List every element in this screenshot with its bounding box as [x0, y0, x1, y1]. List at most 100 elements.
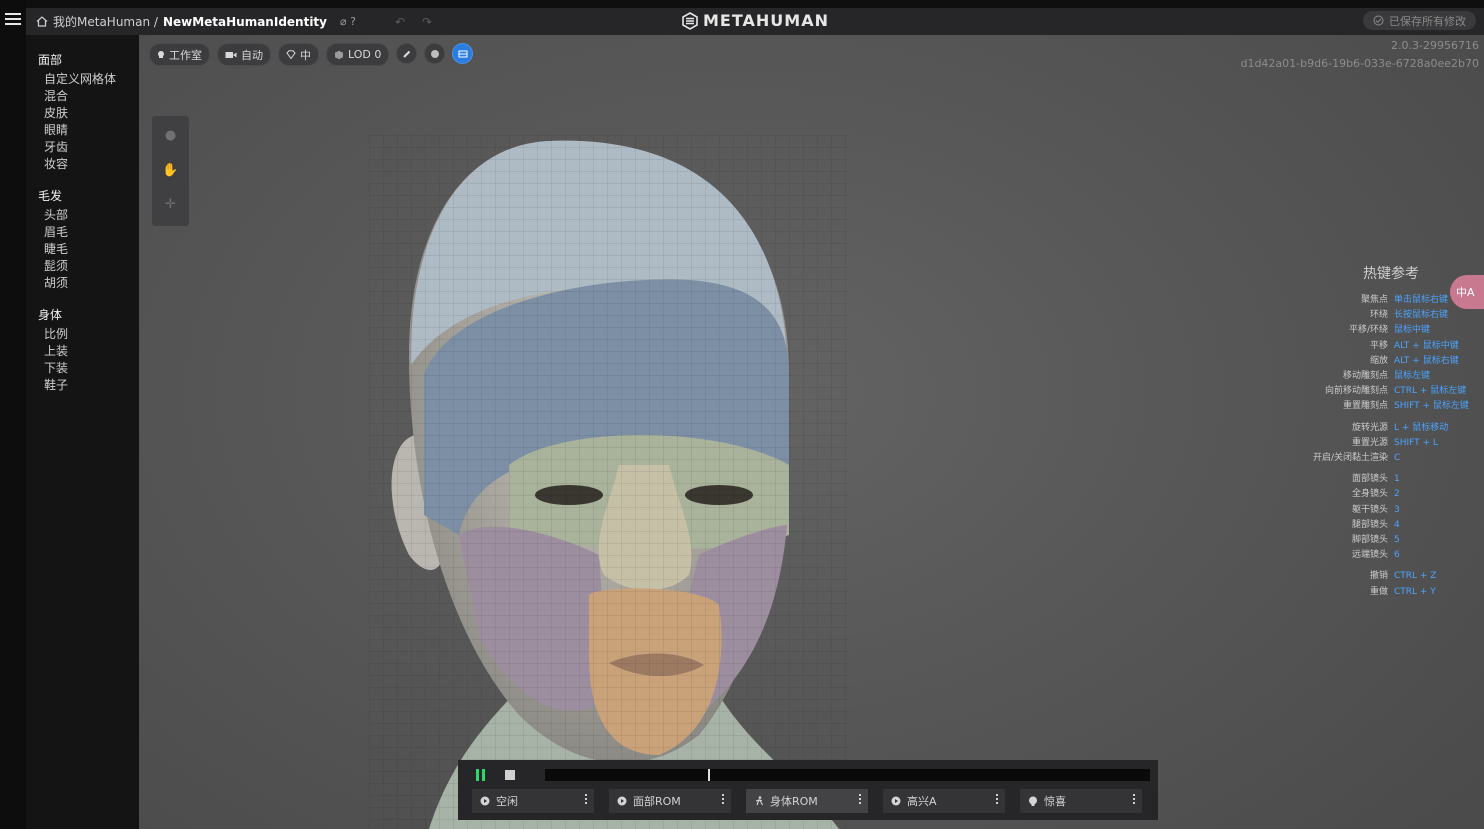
hotkey-action: 远端镜头 — [1351, 550, 1388, 561]
sidebar-item-custom-mesh[interactable]: 自定义网格体 — [44, 72, 139, 86]
logo-text: METAHUMAN — [703, 11, 829, 30]
paint-tool-button[interactable] — [396, 43, 418, 64]
hotkey-key: 鼠标左键 — [1394, 371, 1431, 382]
studio-button[interactable]: 工作室 — [149, 43, 210, 66]
hotkey-action: 撤销 — [1369, 571, 1388, 582]
redo-icon[interactable]: ↷ — [422, 15, 432, 29]
sidebar-item-mustache[interactable]: 髭须 — [44, 259, 139, 273]
sidebar-item-blend[interactable]: 混合 — [44, 89, 139, 103]
hotkey-action: 移动雕刻点 — [1342, 371, 1388, 382]
more-options-icon[interactable] — [859, 794, 862, 804]
more-options-icon[interactable] — [722, 794, 725, 804]
hotkey-row: 重置雕刻点 SHIFT + 鼠标左键 — [1294, 399, 1484, 414]
top-bar: 我的MetaHuman / NewMetaHumanIdentity ⌀ ? ↶… — [26, 8, 1484, 35]
breadcrumb-home-link[interactable]: 我的MetaHuman / — [53, 13, 158, 30]
animation-label: 高兴A — [907, 795, 937, 808]
sidebar-item-head-hair[interactable]: 头部 — [44, 208, 139, 222]
sphere-icon — [430, 49, 439, 58]
sidebar-item-eyebrows[interactable]: 眉毛 — [44, 225, 139, 239]
quality-button[interactable]: 中 — [278, 43, 319, 66]
translate-icon[interactable]: 中A — [1450, 275, 1484, 309]
face-icon — [1029, 796, 1037, 806]
3d-viewport[interactable]: 工作室 自动 中 LOD 0 2.0.3-29956716 d1d42a01-b… — [139, 35, 1484, 829]
lod-label: LOD 0 — [348, 48, 382, 61]
save-status-text: 已保存所有修改 — [1389, 14, 1466, 28]
sidebar-item-proportions[interactable]: 比例 — [44, 327, 139, 341]
hotkey-action: 重置雕刻点 — [1342, 401, 1388, 412]
hotkey-row: 面部镜头 1 — [1294, 472, 1484, 487]
sidebar-group-face[interactable]: 面部 — [38, 51, 139, 68]
more-options-icon[interactable] — [585, 794, 588, 804]
sidebar-item-beard[interactable]: 胡须 — [44, 276, 139, 290]
pause-icon[interactable] — [476, 769, 487, 781]
head-camera-icon[interactable]: ● — [162, 127, 179, 144]
hotkey-row: 重做 CTRL + Y — [1294, 585, 1484, 600]
hotkey-action: 平移/环绕 — [1348, 325, 1388, 336]
play-circle-icon — [617, 796, 627, 806]
hotkey-action: 向前移动雕刻点 — [1324, 386, 1388, 397]
animation-label: 惊喜 — [1044, 795, 1066, 808]
hotkey-key: 鼠标中键 — [1394, 325, 1431, 336]
metahuman-head-render — [369, 135, 849, 829]
sidebar-group-body[interactable]: 身体 — [38, 306, 139, 323]
hamburger-menu-icon[interactable] — [5, 13, 21, 29]
studio-label: 工作室 — [169, 48, 202, 62]
sidebar-item-top[interactable]: 上装 — [44, 344, 139, 358]
identity-name: NewMetaHumanIdentity — [162, 14, 327, 29]
stop-icon[interactable] — [505, 770, 515, 780]
sidebar-group-hair[interactable]: 毛发 — [38, 187, 139, 204]
hotkey-key: SHIFT + 鼠标左键 — [1394, 401, 1469, 412]
hotkey-action: 重置光源 — [1351, 437, 1388, 448]
hotkey-key: 2 — [1394, 489, 1400, 500]
more-options-icon[interactable] — [996, 794, 999, 804]
more-options-icon[interactable] — [1133, 794, 1136, 804]
sidebar-item-bottom[interactable]: 下装 — [44, 361, 139, 375]
hotkey-row: 脚部镜头 5 — [1294, 533, 1484, 548]
sidebar-item-teeth[interactable]: 牙齿 — [44, 140, 139, 154]
playhead[interactable] — [708, 769, 710, 781]
animation-body-rom[interactable]: 身体ROM — [746, 789, 868, 813]
lod-button[interactable]: LOD 0 — [326, 43, 390, 66]
hotkey-action: 腿部镜头 — [1351, 519, 1388, 530]
version-number: 2.0.3-29956716 — [1391, 39, 1479, 52]
hotkey-key: SHIFT + L — [1394, 437, 1438, 448]
sidebar-item-eyes[interactable]: 眼睛 — [44, 123, 139, 137]
camera-button[interactable]: 自动 — [217, 43, 271, 66]
animation-label: 空闲 — [496, 795, 518, 808]
sidebar-item-eyelashes[interactable]: 睫毛 — [44, 242, 139, 256]
hotkey-action: 躯干镜头 — [1351, 504, 1388, 515]
diamond-icon — [286, 50, 296, 59]
metahuman-logo: METAHUMAN — [681, 11, 829, 30]
hotkey-row: 撤销 CTRL + Z — [1294, 569, 1484, 584]
hotkey-key: ALT + 鼠标右键 — [1394, 355, 1459, 366]
material-button[interactable] — [424, 43, 446, 64]
hand-pan-icon[interactable]: ✋ — [162, 162, 179, 179]
edit-name-icon[interactable]: ⌀ ? — [340, 15, 356, 28]
save-status-badge: 已保存所有修改 — [1363, 11, 1476, 30]
sidebar-item-makeup[interactable]: 妆容 — [44, 157, 139, 171]
quality-label: 中 — [300, 48, 311, 62]
hotkey-row: 旋转光源 L + 鼠标移动 — [1294, 421, 1484, 436]
timeline-scrubber[interactable] — [545, 769, 1150, 781]
animation-list: 空闲 面部ROM 身体ROM 高兴A 惊喜 — [472, 789, 1157, 813]
animation-surprise[interactable]: 惊喜 — [1020, 789, 1142, 813]
animation-happy-a[interactable]: 高兴A — [883, 789, 1005, 813]
home-icon[interactable] — [36, 16, 48, 27]
undo-icon[interactable]: ↶ — [395, 15, 405, 29]
sidebar-item-shoes[interactable]: 鞋子 — [44, 378, 139, 392]
hotkey-action: 面部镜头 — [1351, 474, 1388, 485]
hotkey-action: 开启/关闭黏土渲染 — [1312, 453, 1388, 464]
animation-face-rom[interactable]: 面部ROM — [609, 789, 731, 813]
hotkey-row: 远端镜头 6 — [1294, 548, 1484, 563]
animation-label: 面部ROM — [633, 795, 681, 808]
animation-idle[interactable]: 空闲 — [472, 789, 594, 813]
move-icon[interactable]: ✛ — [162, 196, 179, 213]
viewport-toolbar: 工作室 自动 中 LOD 0 — [149, 43, 474, 66]
hotkey-action: 缩放 — [1369, 355, 1388, 366]
hotkey-key: 1 — [1394, 474, 1400, 485]
hotkey-action: 全身镜头 — [1351, 489, 1388, 500]
sidebar-item-skin[interactable]: 皮肤 — [44, 106, 139, 120]
hotkey-row: 开启/关闭黏土渲染 C — [1294, 451, 1484, 466]
wireframe-toggle-button[interactable] — [452, 43, 474, 64]
hotkey-row: 全身镜头 2 — [1294, 487, 1484, 502]
